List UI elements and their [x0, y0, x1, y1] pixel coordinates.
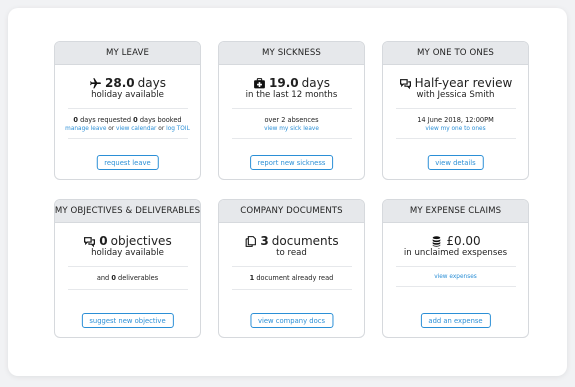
deliverables-number: 0 [111, 274, 116, 282]
card-subtitle: in unclaimed exspenses [403, 248, 508, 258]
absences-count: over 2 absences [264, 116, 319, 124]
expenses-amount: £0.00 [446, 234, 481, 248]
card-title: MY ONE TO ONES [383, 42, 528, 65]
objectives-unit: objectives [110, 234, 172, 248]
log-toil-link[interactable]: log TOIL [166, 126, 190, 132]
leave-days-unit: days [137, 76, 166, 90]
leave-days-number: 28.0 [105, 76, 135, 90]
divider [231, 108, 352, 109]
view-calendar-link[interactable]: view calendar [116, 126, 156, 132]
link-separator: or [158, 126, 165, 132]
view-company-docs-button[interactable]: view company docs [249, 313, 334, 328]
sickness-days-value: 19.0 days [219, 76, 364, 90]
view-expenses-link[interactable]: view expenses [434, 274, 477, 280]
days-booked-label: days booked [139, 116, 182, 124]
dashboard-panel: MY LEAVE 28.0 days holiday available 0 d… [8, 8, 567, 376]
view-details-button[interactable]: view details [427, 155, 484, 170]
review-name: Half-year review [414, 76, 513, 90]
card-subtitle: with Jessica Smith [416, 90, 495, 100]
request-leave-button[interactable]: request leave [96, 155, 159, 170]
divider [395, 108, 516, 109]
leave-links: manage leave or view calendar or log TOI… [55, 125, 200, 134]
divider [67, 108, 188, 109]
objectives-card: MY OBJECTIVES & DELIVERABLES 0 objective… [54, 199, 201, 338]
divider [67, 266, 188, 267]
divider [231, 138, 352, 139]
documents-number: 3 [260, 234, 269, 248]
my-one-to-ones-card: MY ONE TO ONES Half-year review with Jes… [382, 41, 529, 180]
divider [67, 289, 188, 290]
sickness-days-unit: days [301, 76, 330, 90]
divider [67, 138, 188, 139]
sickness-links: view my sick leave [219, 125, 364, 134]
documents-value: 3 documents [219, 234, 364, 248]
card-subtitle: holiday available [91, 90, 164, 100]
one-to-one-title: Half-year review [383, 76, 528, 90]
expense-claims-card: MY EXPENSE CLAIMS £0.00 in unclaimed exs… [382, 199, 529, 338]
documents-icon [244, 235, 257, 248]
view-one-to-ones-link[interactable]: view my one to ones [425, 126, 485, 132]
deliverables-label: deliverables [118, 274, 159, 282]
divider [395, 138, 516, 139]
add-expense-button[interactable]: add an expense [420, 313, 491, 328]
expenses-value: £0.00 [383, 234, 528, 248]
documents-read: 1 document already read [219, 273, 364, 283]
report-sickness-button[interactable]: report new sickness [249, 155, 334, 170]
view-sick-leave-link[interactable]: view my sick leave [264, 126, 319, 132]
link-separator: or [108, 126, 115, 132]
company-documents-card: COMPANY DOCUMENTS 3 documents to read 1 … [218, 199, 365, 338]
medical-kit-icon [253, 77, 266, 90]
coins-icon [430, 235, 443, 248]
meeting-datetime: 14 June 2018, 12:00PM [417, 116, 494, 124]
expense-links: view expenses [383, 273, 528, 282]
documents-read-number: 1 [249, 274, 255, 282]
sickness-days-number: 19.0 [269, 76, 299, 90]
card-subtitle: holiday available [91, 248, 164, 258]
divider [395, 286, 516, 287]
one-to-one-links: view my one to ones [383, 125, 528, 134]
card-title: MY SICKNESS [219, 42, 364, 65]
deliverables-count: and 0 deliverables [55, 273, 200, 283]
manage-leave-link[interactable]: manage leave [65, 126, 106, 132]
card-title: MY LEAVE [55, 42, 200, 65]
days-booked-count: 0 [133, 116, 138, 124]
my-leave-card: MY LEAVE 28.0 days holiday available 0 d… [54, 41, 201, 180]
card-title: COMPANY DOCUMENTS [219, 200, 364, 223]
days-requested-count: 0 [73, 116, 78, 124]
documents-unit: documents [271, 234, 339, 248]
deliverables-prefix: and [96, 274, 110, 282]
divider [395, 266, 516, 267]
divider [231, 289, 352, 290]
objectives-value: 0 objectives [55, 234, 200, 248]
chat-icon [83, 235, 96, 248]
days-requested-label: days requested [80, 116, 132, 124]
objectives-number: 0 [99, 234, 108, 248]
leave-days-value: 28.0 days [55, 76, 200, 90]
chat-icon [399, 77, 412, 90]
card-title: MY EXPENSE CLAIMS [383, 200, 528, 223]
leave-detail: 0 days requested 0 days booked [55, 115, 200, 125]
plane-icon [89, 77, 102, 90]
card-subtitle: in the last 12 months [245, 90, 338, 100]
card-subtitle: to read [276, 248, 307, 258]
suggest-objective-button[interactable]: suggest new objective [81, 313, 174, 328]
divider [231, 266, 352, 267]
my-sickness-card: MY SICKNESS 19.0 days in the last 12 mon… [218, 41, 365, 180]
card-title: MY OBJECTIVES & DELIVERABLES [55, 200, 200, 223]
documents-read-label: document already read [256, 274, 334, 282]
